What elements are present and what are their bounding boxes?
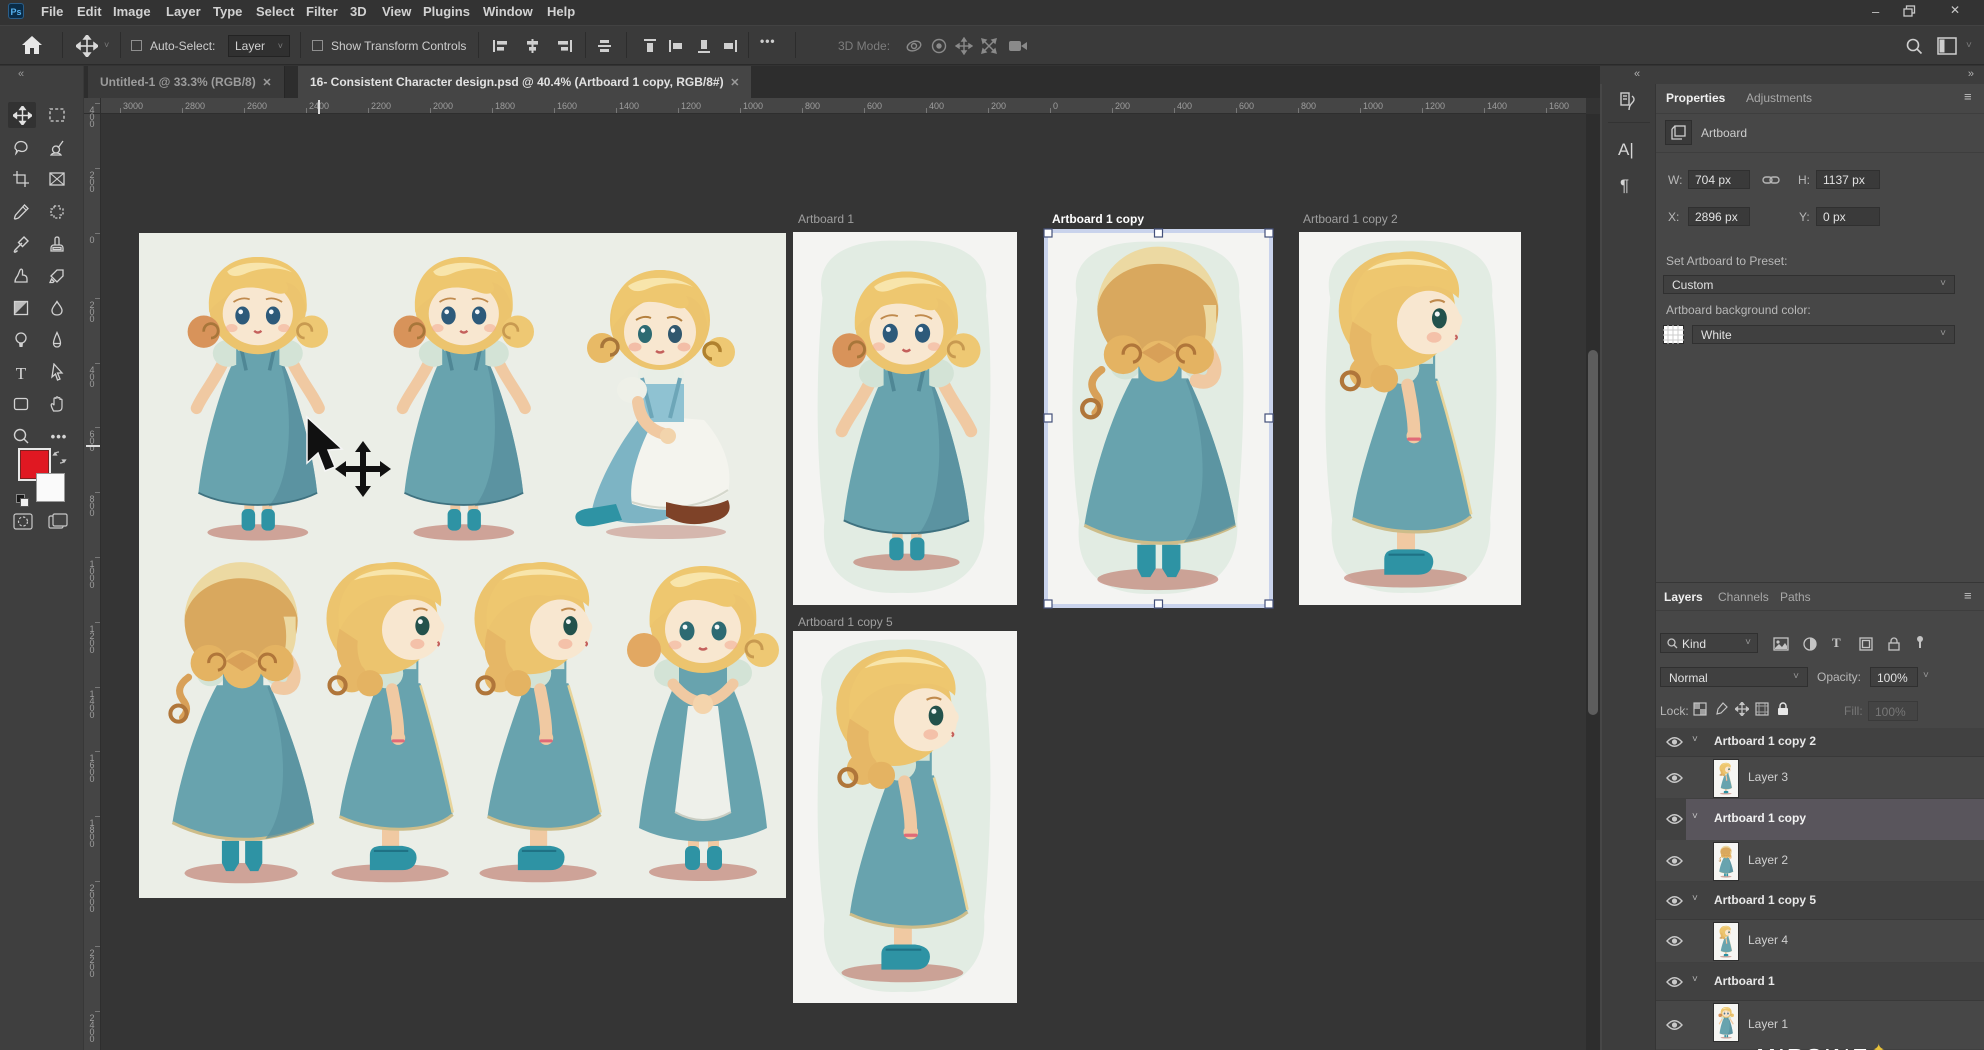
svg-text:Artboard 1 copy 5: Artboard 1 copy 5 (798, 615, 893, 629)
svg-text:Artboard 1: Artboard 1 (798, 212, 854, 226)
svg-text:Artboard 1 copy: Artboard 1 copy (1052, 212, 1144, 226)
svg-text:Artboard 1 copy 2: Artboard 1 copy 2 (1303, 212, 1398, 226)
